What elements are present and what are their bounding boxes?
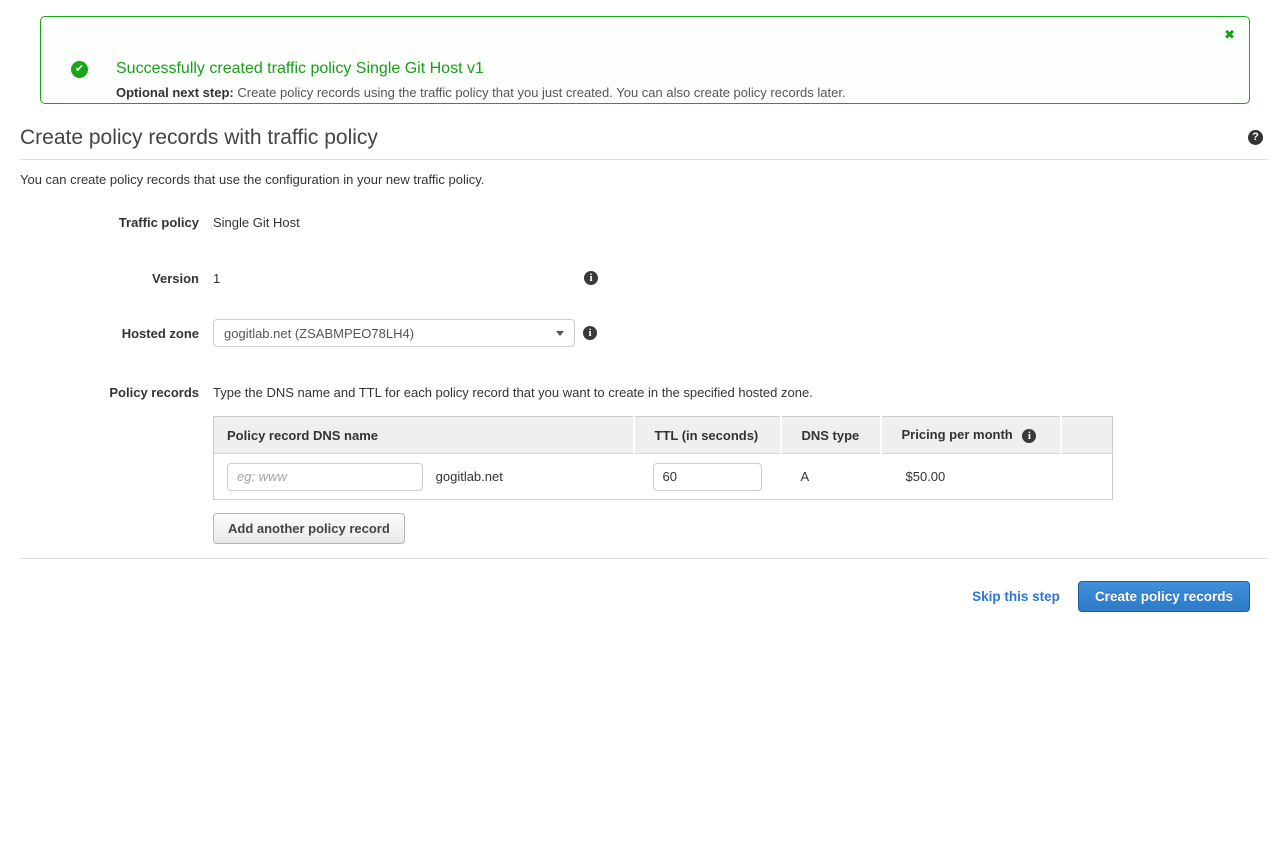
policy-record-form: Traffic policy Single Git Host Version 1…: [20, 215, 1268, 544]
table-header-row: Policy record DNS name TTL (in seconds) …: [214, 417, 1113, 454]
add-another-policy-record-button[interactable]: Add another policy record: [213, 513, 405, 544]
ttl-cell: [634, 454, 781, 500]
main-content: Create policy records with traffic polic…: [0, 126, 1288, 612]
hosted-zone-row: Hosted zone gogitlab.net (ZSABMPEO78LH4)…: [20, 319, 1268, 347]
check-circle-icon: ✔: [71, 61, 88, 78]
info-icon[interactable]: i: [584, 271, 598, 285]
info-icon[interactable]: i: [583, 326, 597, 340]
bottom-divider: [20, 558, 1268, 559]
policy-records-table: Policy record DNS name TTL (in seconds) …: [213, 416, 1113, 500]
traffic-policy-value: Single Git Host: [213, 215, 300, 230]
header-pricing: Pricing per month i: [881, 417, 1061, 454]
policy-records-label: Policy records: [20, 385, 213, 400]
hosted-zone-label: Hosted zone: [20, 326, 213, 341]
skip-this-step-link[interactable]: Skip this step: [972, 589, 1060, 604]
hosted-zone-select[interactable]: gogitlab.net (ZSABMPEO78LH4): [213, 319, 575, 347]
traffic-policy-row: Traffic policy Single Git Host: [20, 215, 1268, 230]
policy-records-block: Type the DNS name and TTL for each polic…: [213, 385, 1268, 544]
version-value: 1: [213, 271, 584, 286]
info-icon[interactable]: i: [1022, 429, 1036, 443]
table-row: gogitlab.net A $50.00: [214, 454, 1113, 500]
success-banner: ✔ Successfully created traffic policy Si…: [40, 16, 1250, 104]
header-pricing-label: Pricing per month: [902, 427, 1013, 442]
page-description: You can create policy records that use t…: [20, 172, 1268, 187]
header-ttl: TTL (in seconds): [634, 417, 781, 454]
version-row: Version 1 i: [20, 271, 1268, 286]
pricing-cell: $50.00: [881, 454, 1061, 500]
header-dns-type: DNS type: [781, 417, 881, 454]
banner-title: Successfully created traffic policy Sing…: [116, 60, 484, 78]
create-policy-records-button[interactable]: Create policy records: [1078, 581, 1250, 612]
ttl-input[interactable]: [653, 463, 762, 491]
dns-name-input[interactable]: [227, 463, 423, 491]
page-title: Create policy records with traffic polic…: [20, 126, 1268, 160]
title-row: Create policy records with traffic polic…: [20, 126, 1268, 160]
help-icon[interactable]: ?: [1248, 130, 1263, 145]
extra-cell: [1061, 454, 1113, 500]
hosted-zone-selected-value: gogitlab.net (ZSABMPEO78LH4): [224, 326, 414, 341]
banner-next-step-text: Create policy records using the traffic …: [237, 85, 845, 100]
dns-suffix: gogitlab.net: [436, 469, 503, 484]
footer-actions: Skip this step Create policy records: [20, 581, 1268, 612]
chevron-down-icon: [556, 331, 564, 336]
policy-records-row: Policy records Type the DNS name and TTL…: [20, 385, 1268, 544]
policy-records-description: Type the DNS name and TTL for each polic…: [213, 385, 1268, 400]
traffic-policy-label: Traffic policy: [20, 215, 213, 230]
dns-type-cell: A: [781, 454, 881, 500]
header-extra: [1061, 417, 1113, 454]
dns-name-cell: gogitlab.net: [214, 454, 634, 500]
version-label: Version: [20, 271, 213, 286]
banner-subtext: Optional next step: Create policy record…: [116, 85, 846, 100]
banner-next-step-label: Optional next step:: [116, 85, 234, 100]
close-icon[interactable]: ✖: [1224, 28, 1235, 41]
header-dns-name: Policy record DNS name: [214, 417, 634, 454]
